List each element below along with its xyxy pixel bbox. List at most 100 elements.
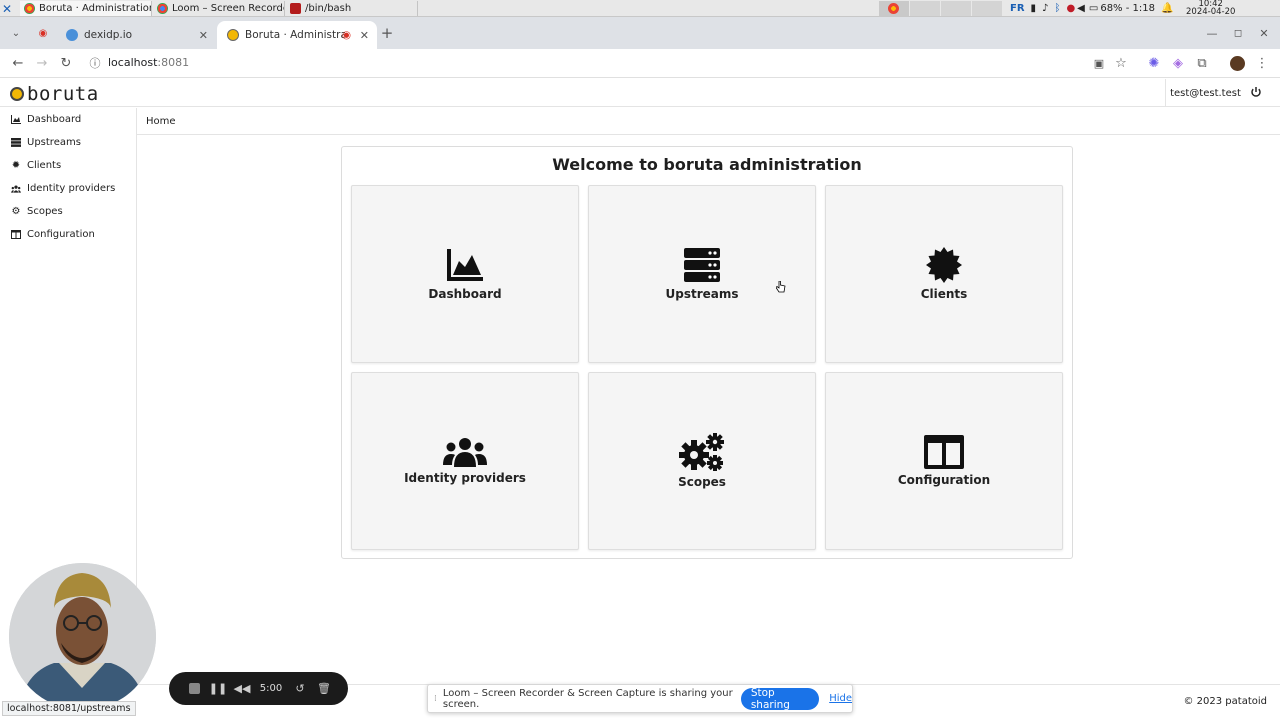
site-info-icon[interactable]: ⓘ [87,55,103,71]
sidebar-item-upstreams[interactable]: Upstreams [0,131,136,154]
maximize-icon[interactable]: ◻ [1230,25,1246,41]
microphone-icon[interactable]: ♪ [1042,3,1048,14]
tab-dexidp[interactable]: dexidp.io ✕ [56,21,216,49]
bluetooth-icon[interactable]: ᛒ [1054,3,1060,14]
close-tab-icon[interactable]: ✕ [199,29,208,42]
bookmark-star-icon[interactable]: ☆ [1113,55,1129,71]
screen-sharing-bar: ⁞ Loom – Screen Recorder & Screen Captur… [427,684,853,713]
card-label: Scopes [678,475,726,489]
taskbar-window-loom[interactable]: Loom – Screen Recorder... [153,1,285,16]
tab-boruta[interactable]: Boruta · Administration ◉ ✕ [217,21,377,49]
server-icon [684,248,720,282]
columns-icon [11,230,21,240]
webcam-bubble[interactable] [9,563,156,710]
page-title: Welcome to boruta administration [552,155,862,174]
sidebar-item-identity-providers[interactable]: Identity providers [0,177,136,200]
boruta-logo[interactable]: boruta [10,83,99,105]
extension-2-icon[interactable]: ◈ [1170,55,1186,71]
extensions-puzzle-icon[interactable]: ⧉ [1194,55,1210,71]
server-icon [11,138,21,148]
battery-status[interactable]: 68% - 1:18 [1100,3,1155,14]
os-menu-icon[interactable]: ✕ [2,2,12,16]
browser-toolbar: ← → ↻ ⓘ localhost:8081 ▣ ☆ ✺ ◈ ⧉ ⋮ [0,49,1280,78]
card-upstreams[interactable]: Upstreams [588,185,816,363]
keyboard-layout[interactable]: FR [1010,3,1025,14]
certificate-icon: ✹ [11,160,21,171]
notification-bell-icon[interactable]: 🔔 [1161,3,1173,14]
workspace-3[interactable] [941,1,971,16]
close-window-icon[interactable]: ✕ [1256,25,1272,41]
drag-handle-icon[interactable]: ⁞ [434,694,437,704]
breadcrumb-home[interactable]: Home [146,116,176,127]
reload-icon[interactable]: ↻ [58,55,74,71]
sidebar-item-dashboard[interactable]: Dashboard [0,108,136,131]
forward-icon[interactable]: → [34,55,50,71]
sidebar-item-label: Configuration [27,229,95,240]
network-icon[interactable]: ▮ [1031,3,1037,14]
url-host: localhost [108,56,158,69]
cogs-icon: ⚙ [11,206,21,217]
extension-1-icon[interactable]: ✺ [1146,55,1162,71]
sidebar-item-scopes[interactable]: ⚙ Scopes [0,200,136,223]
clock[interactable]: 10:42 2024-04-20 [1186,0,1235,16]
terminal-icon [290,3,301,14]
restart-icon[interactable]: ↺ [288,679,312,699]
card-scopes[interactable]: Scopes [588,372,816,550]
new-tab-icon[interactable]: + [379,24,395,42]
battery-icon: ▭ [1088,3,1099,14]
sidebar-item-label: Clients [27,160,62,171]
hide-link[interactable]: Hide [829,693,852,704]
taskbar-window-bash[interactable]: /bin/bash [286,1,418,16]
stop-recording-icon[interactable] [182,679,206,699]
breadcrumb: Home [137,108,1280,135]
mic-recording-icon[interactable]: ● [1066,3,1075,14]
recording-tab-icon[interactable]: ◉ [35,25,51,41]
cogs-icon [679,433,724,471]
sidebar-item-clients[interactable]: ✹ Clients [0,154,136,177]
volume-icon[interactable]: ◀ [1077,3,1085,14]
stop-sharing-button[interactable]: Stop sharing [740,687,820,711]
user-email[interactable]: test@test.test [1165,79,1245,107]
rewind-icon[interactable]: ◀◀ [230,679,254,699]
profile-avatar[interactable] [1229,55,1245,71]
card-label: Identity providers [404,471,526,485]
card-label: Clients [920,287,968,301]
card-label: Upstreams [665,287,739,301]
card-dashboard[interactable]: Dashboard [351,185,579,363]
minimize-icon[interactable]: — [1204,25,1220,41]
browser-menu-icon[interactable]: ⋮ [1254,55,1270,71]
chrome-icon [157,3,168,14]
pause-icon[interactable]: ❚❚ [206,679,230,699]
taskbar-window-title: /bin/bash [305,3,352,14]
recording-timer: 5:00 [259,683,283,694]
address-bar[interactable]: localhost:8081 [108,56,189,69]
url-port: :8081 [157,56,190,69]
workspace-1[interactable] [879,1,909,16]
delete-trash-icon[interactable]: 🗑 [312,679,336,699]
card-configuration[interactable]: Configuration [825,372,1063,550]
taskbar-window-title: Boruta · Administration ... [39,3,152,14]
camera-icon[interactable]: ▣ [1091,55,1107,71]
close-tab-icon[interactable]: ✕ [360,29,369,42]
logout-power-icon[interactable] [1250,86,1262,101]
card-label: Dashboard [428,287,502,301]
app-header: boruta test@test.test [0,79,1280,107]
back-icon[interactable]: ← [10,55,26,71]
sidebar-item-label: Identity providers [27,183,116,194]
copyright: © 2023 patatoid [1183,696,1268,707]
dexidp-favicon [66,29,78,41]
taskbar-window-boruta[interactable]: Boruta · Administration ... [20,1,152,16]
presenter-video [9,563,156,710]
certificate-icon [926,247,962,283]
sun-icon [10,87,24,101]
logo-text: boruta [27,83,99,105]
workspace-2[interactable] [910,1,940,16]
tab-search-chevron-icon[interactable]: ⌄ [8,25,24,41]
card-identity-providers[interactable]: Identity providers [351,372,579,550]
chart-area-icon [11,115,21,125]
taskbar-window-title: Loom – Screen Recorder... [172,3,284,14]
workspace-4[interactable] [972,1,1002,16]
os-taskbar: ✕ Boruta · Administration ... Loom – Scr… [0,0,1280,17]
card-clients[interactable]: Clients [825,185,1063,363]
sidebar-item-configuration[interactable]: Configuration [0,223,136,246]
